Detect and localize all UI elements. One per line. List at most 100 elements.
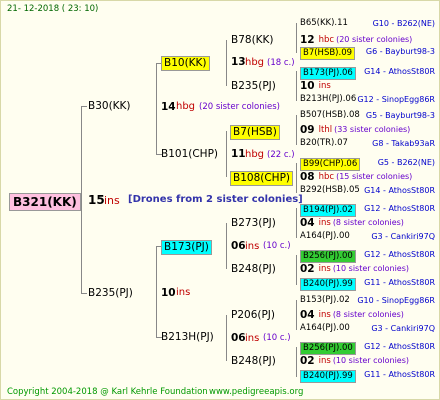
g1-label[interactable]: B30(KK)	[88, 101, 131, 112]
connector	[226, 131, 227, 177]
root-queen-label[interactable]: B321(KK)	[9, 193, 81, 211]
root-num: 15	[88, 193, 105, 207]
g4-source: G12 - AthosSt80R	[364, 250, 435, 259]
g4-label[interactable]: A164(PJ).00	[300, 232, 350, 241]
g4-sis: (10 sister colonies)	[332, 264, 410, 273]
g4-label[interactable]: B240(PJ).99	[300, 278, 356, 291]
g4-label[interactable]: B256(PJ).00	[300, 342, 356, 355]
g4-ins: ins	[318, 310, 331, 320]
g1-num: 14	[161, 101, 176, 113]
g4-source: G14 - AthosSt80R	[364, 67, 435, 76]
g4-sis: (33 sister colonies)	[334, 125, 411, 134]
g2-sis: (10 c.)	[263, 241, 291, 251]
g2-ins: ins	[245, 333, 260, 344]
connector	[156, 246, 157, 338]
g2-label[interactable]: B10(KK)	[161, 56, 210, 71]
g4-source: G12 - SinopEgg86R	[357, 95, 435, 104]
g4-source: G12 - AthosSt80R	[364, 342, 435, 351]
g4-source: G5 - B262(NE)	[377, 158, 435, 167]
g4-source: G10 - SinopEgg86R	[357, 296, 435, 305]
g1-num: 10	[161, 287, 176, 299]
g4-label[interactable]: B20(TR).07	[300, 139, 348, 148]
g2-num: 11	[231, 148, 246, 160]
g4-source: G14 - AthosSt80R	[364, 186, 435, 195]
g4-label[interactable]: B7(HSB).09	[300, 47, 356, 60]
g4-label[interactable]: 02	[300, 264, 315, 275]
g4-source: G11 - AthosSt80R	[364, 370, 435, 379]
g4-ins: ins	[318, 264, 331, 274]
g3-label[interactable]: B248(PJ)	[231, 356, 276, 367]
g4-source: G3 - Cankiri97Q	[371, 232, 435, 241]
g4-ins: ins	[318, 218, 331, 228]
timestamp: 21- 12-2018 ( 23: 10)	[7, 4, 99, 14]
connector	[296, 255, 297, 285]
g4-source: G5 - Bayburt98-3	[365, 111, 435, 120]
g4-sis: (20 sister colonies)	[336, 35, 413, 44]
g4-label[interactable]: 02	[300, 356, 315, 367]
g2-label[interactable]: B173(PJ)	[161, 240, 212, 255]
connector	[226, 315, 227, 361]
g2-num: 13	[231, 56, 246, 68]
g1-sis: (20 sister colonies)	[199, 102, 280, 112]
g2-num: 06	[231, 332, 246, 344]
g4-label[interactable]: 04	[300, 310, 315, 321]
g2-ins: ins	[245, 241, 260, 252]
connector	[81, 106, 82, 294]
connector	[81, 106, 87, 107]
connector	[156, 63, 157, 155]
g2-label[interactable]: B213H(PJ)	[161, 332, 214, 343]
g4-ins: ins	[318, 81, 331, 91]
g4-label[interactable]: 12	[300, 35, 315, 46]
g4-label[interactable]: B194(PJ).02	[300, 204, 356, 217]
g4-label[interactable]: 09	[300, 125, 315, 136]
g2-sis: (10 c.)	[263, 333, 291, 343]
g3-label[interactable]: B7(HSB)	[230, 125, 280, 140]
g4-sis: (8 sister colonies)	[332, 310, 404, 319]
connector	[296, 115, 297, 145]
g4-label[interactable]: B256(PJ).00	[300, 250, 356, 263]
connector	[296, 208, 297, 238]
g3-label[interactable]: B273(PJ)	[231, 218, 276, 229]
g4-label[interactable]: 08	[300, 172, 315, 183]
g3-label[interactable]: P206(PJ)	[231, 310, 275, 321]
g4-label[interactable]: B507(HSB).08	[300, 111, 360, 120]
g1-ins: ins	[176, 287, 191, 298]
g4-source: G6 - Bayburt98-3	[365, 47, 435, 56]
footer-site[interactable]: www.pedigreeapis.org	[209, 388, 303, 397]
g4-label[interactable]: B99(CHP).06	[300, 158, 361, 171]
pedigree-chart: 21- 12-2018 ( 23: 10) B321(KK) 15 ins [D…	[0, 0, 440, 400]
connector	[296, 71, 297, 101]
g2-ins: hbg	[245, 149, 265, 160]
g2-ins: hbg	[245, 57, 265, 68]
connector	[296, 347, 297, 377]
g3-label[interactable]: B248(PJ)	[231, 264, 276, 275]
g4-source: G3 - Cankiri97Q	[371, 324, 435, 333]
g4-source: G11 - AthosSt80R	[364, 278, 435, 287]
g4-source: G10 - B262(NE)	[372, 19, 435, 28]
g3-label[interactable]: B235(PJ)	[231, 81, 276, 92]
g4-label[interactable]: B213H(PJ).06	[300, 95, 356, 104]
g2-label[interactable]: B101(CHP)	[161, 149, 218, 160]
g4-label[interactable]: B173(PJ).06	[300, 67, 356, 80]
connector	[226, 40, 227, 86]
g4-source: G12 - AthosSt80R	[364, 204, 435, 213]
g3-label[interactable]: B108(CHP)	[230, 171, 293, 186]
g2-sis: (18 c.)	[267, 58, 295, 68]
g4-ins: hbc	[318, 172, 335, 182]
g4-label[interactable]: B240(PJ).99	[300, 370, 356, 383]
g3-label[interactable]: B78(KK)	[231, 35, 274, 46]
connector	[81, 293, 87, 294]
g4-ins: lthl	[318, 125, 333, 135]
g4-label[interactable]: B292(HSB).05	[300, 186, 360, 195]
g2-num: 06	[231, 240, 246, 252]
g4-ins: hbc	[318, 35, 335, 45]
g4-source: G8 - Takab93aR	[372, 139, 435, 148]
g4-label[interactable]: 10	[300, 81, 315, 92]
g4-ins: ins	[318, 356, 331, 366]
g4-label[interactable]: B153(PJ).02	[300, 296, 350, 305]
g4-label[interactable]: B65(KK).11	[300, 19, 348, 28]
g4-label[interactable]: 04	[300, 218, 315, 229]
g1-label[interactable]: B235(PJ)	[88, 288, 133, 299]
connector	[226, 223, 227, 269]
g4-label[interactable]: A164(PJ).00	[300, 324, 350, 333]
